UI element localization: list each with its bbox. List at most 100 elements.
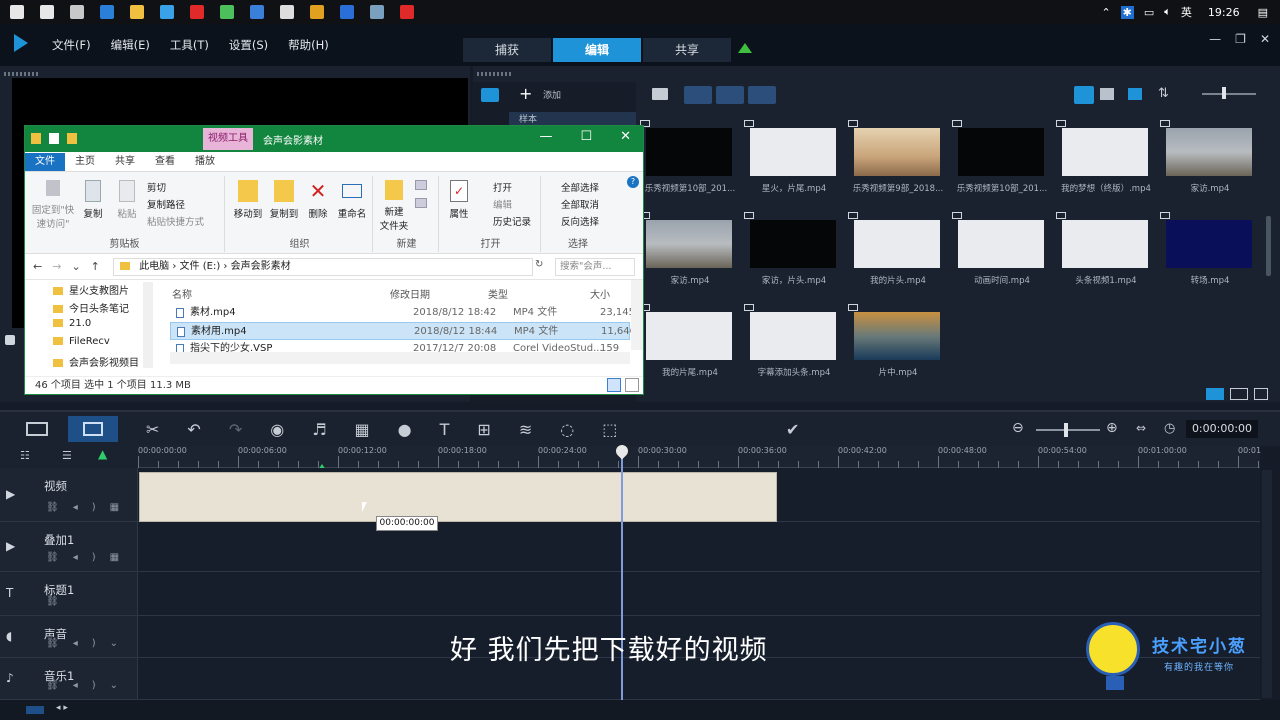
- library-thumbnail[interactable]: 字幕添加头条.mp4: [744, 300, 844, 388]
- restore-icon[interactable]: ❐: [1235, 32, 1246, 46]
- library-thumbnail[interactable]: 头条视频1.mp4: [1056, 208, 1156, 296]
- horizontal-scrollbar[interactable]: [170, 352, 630, 364]
- green-app-icon[interactable]: [220, 5, 234, 19]
- menu-item-4[interactable]: 帮助(H): [288, 37, 329, 53]
- title-track-icon[interactable]: T: [6, 586, 13, 600]
- context-tab-video-tools[interactable]: 视频工具: [203, 128, 253, 150]
- thumb-size-slider-handle[interactable]: [1222, 87, 1226, 99]
- thumb-size-slider[interactable]: [1202, 93, 1256, 95]
- mode-tab-2[interactable]: 共享: [643, 38, 731, 62]
- timecode-display[interactable]: 0:00:00:00: [1186, 420, 1258, 438]
- undo-icon[interactable]: ↶: [187, 420, 200, 439]
- menu-item-3[interactable]: 设置(S): [229, 37, 268, 53]
- panel-toggle-icon[interactable]: [1206, 388, 1224, 400]
- subtitle-editor-icon[interactable]: T: [440, 420, 450, 439]
- nav-item[interactable]: 会声会影视频目: [53, 354, 139, 369]
- paste-button[interactable]: 粘贴: [113, 180, 141, 220]
- zoom-in-icon[interactable]: ⊕: [1106, 420, 1118, 436]
- show-audio-button[interactable]: [748, 86, 776, 104]
- chevron-up-icon[interactable]: ⌃: [1101, 6, 1110, 19]
- track-header[interactable]: ◖ 声音 ⛓◂)⌄: [0, 616, 138, 658]
- library-thumbnail[interactable]: 动画时间.mp4: [952, 208, 1052, 296]
- view-list-button[interactable]: [1100, 88, 1114, 100]
- chat-icon[interactable]: [40, 5, 54, 19]
- select-none-button[interactable]: 全部取消: [561, 197, 599, 211]
- ribbon-tab-1[interactable]: 主页: [65, 153, 105, 171]
- nav-item[interactable]: FileRecv: [53, 336, 110, 347]
- nav-item[interactable]: 星火支教图片: [53, 282, 129, 297]
- paste-shortcut-button[interactable]: 粘贴快捷方式: [147, 214, 204, 228]
- windows-icon[interactable]: [10, 5, 24, 19]
- track-header[interactable]: ▶ 视频 ⛓◂)▦: [0, 468, 138, 522]
- overlay-track-icon[interactable]: ▶: [6, 539, 15, 553]
- copy-to-button[interactable]: 复制到: [267, 180, 301, 220]
- library-thumbnail[interactable]: 乐秀视频第9部_2018...: [848, 116, 948, 204]
- edit-button[interactable]: 编辑: [493, 197, 512, 211]
- track-controls[interactable]: ⛓◂)▦: [46, 552, 133, 563]
- track-controls[interactable]: ⛓◂)⌄: [46, 638, 132, 649]
- folder-icon[interactable]: [652, 88, 668, 100]
- mode-tab-0[interactable]: 捕获: [463, 38, 551, 62]
- edge-icon[interactable]: [100, 5, 114, 19]
- file-row[interactable]: 素材用.mp4 2018/8/12 18:44 MP4 文件 11,646: [170, 322, 636, 340]
- smart-package-icon[interactable]: ✔: [786, 420, 799, 439]
- breadcrumb-part-0[interactable]: 此电脑: [139, 261, 169, 272]
- add-folder-icon[interactable]: +: [519, 84, 532, 103]
- nav-item[interactable]: 21.0: [53, 318, 91, 329]
- notes-icon[interactable]: [370, 5, 384, 19]
- add-label[interactable]: 添加: [543, 88, 561, 101]
- tools-icon[interactable]: ✂: [146, 420, 159, 439]
- minimize-icon[interactable]: —: [1209, 32, 1221, 46]
- music-track-icon[interactable]: ♪: [6, 671, 14, 685]
- mask-creator-icon[interactable]: ◌: [560, 420, 574, 439]
- clock-icon[interactable]: ◷: [1164, 421, 1175, 436]
- library-thumbnail[interactable]: 转场.mp4: [1160, 208, 1260, 296]
- cut-button[interactable]: 剪切: [147, 180, 166, 194]
- video-track-icon[interactable]: ▶: [6, 487, 15, 501]
- fit-project-icon[interactable]: ⇔: [1136, 421, 1146, 435]
- view-thumbnail-button[interactable]: [1074, 86, 1094, 104]
- storyboard-view-icon[interactable]: [26, 422, 48, 436]
- notification-icon[interactable]: ▤: [1258, 6, 1268, 19]
- ribbon-tab-3[interactable]: 查看: [145, 153, 185, 171]
- library-thumbnail[interactable]: 我的片头.mp4: [848, 208, 948, 296]
- menu-item-1[interactable]: 编辑(E): [111, 37, 150, 53]
- col-size[interactable]: 大小: [590, 286, 610, 301]
- volume-icon[interactable]: 🔈︎: [1164, 5, 1171, 19]
- add-track-icon[interactable]: ▲: [98, 447, 107, 461]
- library-thumbnail[interactable]: 家访.mp4: [640, 208, 740, 296]
- library-thumbnail[interactable]: 乐秀视频第10部_201...: [952, 116, 1052, 204]
- easy-access-icon[interactable]: [415, 198, 427, 208]
- track-controls[interactable]: ⛓: [46, 596, 73, 607]
- library-thumbnail[interactable]: 家访.mp4: [1160, 116, 1260, 204]
- mail-icon[interactable]: [280, 5, 294, 19]
- opera-icon[interactable]: [190, 5, 204, 19]
- delete-button[interactable]: ✕ 删除: [305, 180, 331, 220]
- breadcrumb-part-2[interactable]: 会声会影素材: [231, 261, 291, 272]
- input-lang-indicator[interactable]: 英: [1181, 4, 1192, 20]
- invert-selection-button[interactable]: 反向选择: [561, 214, 599, 228]
- rename-button[interactable]: 重命名: [335, 180, 369, 220]
- auto-music-icon[interactable]: ▦: [355, 420, 370, 439]
- timeline-track[interactable]: [0, 572, 1260, 616]
- library-thumbnail[interactable]: 星火，片尾.mp4: [744, 116, 844, 204]
- video-clip-placeholder[interactable]: [139, 472, 777, 522]
- multi-camera-icon[interactable]: ⊞: [477, 420, 490, 439]
- marker-icon[interactable]: [5, 335, 15, 345]
- chapter-point-icon[interactable]: ☰: [62, 449, 72, 462]
- library-thumbnail[interactable]: 片中.mp4: [848, 300, 948, 388]
- library-media-icon[interactable]: [481, 88, 499, 102]
- new-folder-button[interactable]: 新建 文件夹: [379, 180, 409, 232]
- file-explorer-icon[interactable]: [130, 5, 144, 19]
- file-row[interactable]: 素材.mp4 2018/8/12 18:42 MP4 文件 23,145: [170, 304, 635, 322]
- store-icon[interactable]: [160, 5, 174, 19]
- edit-icon[interactable]: [1254, 388, 1268, 400]
- menu-item-0[interactable]: 文件(F): [52, 37, 91, 53]
- select-all-button[interactable]: 全部选择: [561, 180, 599, 194]
- zoom-out-icon[interactable]: ⊖: [1012, 420, 1024, 436]
- ribbon-tab-4[interactable]: 播放: [185, 153, 225, 171]
- library-scrollbar[interactable]: [1266, 216, 1271, 276]
- timeline-view-button[interactable]: [68, 416, 118, 442]
- copy-path-button[interactable]: 复制路径: [147, 197, 185, 211]
- scroll-left-icon[interactable]: ◂ ▸: [56, 703, 68, 713]
